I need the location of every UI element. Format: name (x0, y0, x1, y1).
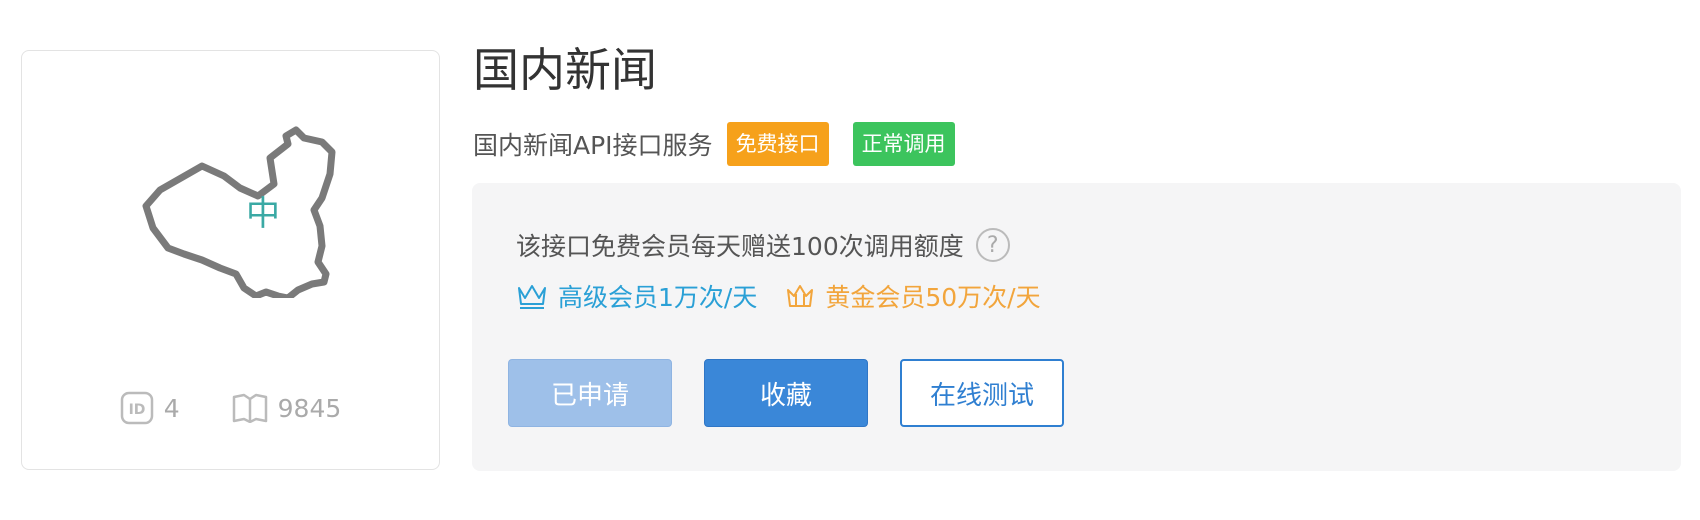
views-stat: 9845 (232, 393, 342, 423)
quota-text: 该接口免费会员每天赠送100次调用额度 (516, 232, 964, 261)
views-value: 9845 (277, 393, 342, 423)
applied-button[interactable]: 已申请 (508, 359, 672, 427)
id-stat: ID 4 (120, 391, 180, 425)
api-thumbnail-card: 中 ID 4 9845 (21, 50, 440, 470)
premium-tier-label: 高级会员1万次/天 (558, 283, 758, 312)
favorite-button[interactable]: 收藏 (704, 359, 868, 427)
crown-outline-icon (518, 285, 546, 309)
book-icon (232, 393, 267, 423)
gold-tier: 黄金会员50万次/天 (785, 278, 1041, 314)
online-test-button[interactable]: 在线测试 (900, 359, 1064, 427)
free-api-badge: 免费接口 (726, 122, 829, 166)
status-badge: 正常调用 (852, 122, 955, 166)
subtitle-row: 国内新闻API接口服务 免费接口 正常调用 (473, 122, 955, 166)
action-buttons: 已申请 收藏 在线测试 (508, 359, 1064, 427)
quota-panel: 该接口免费会员每天赠送100次调用额度 ? 高级会员1万次/天 黄金会员50万次… (472, 183, 1681, 471)
subtitle: 国内新闻API接口服务 (473, 131, 713, 160)
id-badge-icon: ID (120, 391, 153, 425)
page-title: 国内新闻 (473, 43, 657, 97)
map-label: 中 (246, 194, 280, 234)
svg-text:ID: ID (128, 402, 145, 418)
tier-row: 高级会员1万次/天 黄金会员50万次/天 (516, 278, 1041, 314)
crown-icon (787, 285, 814, 307)
id-value: 4 (163, 393, 180, 423)
premium-tier: 高级会员1万次/天 (516, 278, 757, 314)
quota-row: 该接口免费会员每天赠送100次调用额度 ? (516, 227, 1010, 263)
gold-tier-label: 黄金会员50万次/天 (825, 283, 1041, 312)
stats-row: ID 4 9845 (22, 391, 439, 425)
question-circle-icon[interactable]: ? (975, 228, 1010, 262)
